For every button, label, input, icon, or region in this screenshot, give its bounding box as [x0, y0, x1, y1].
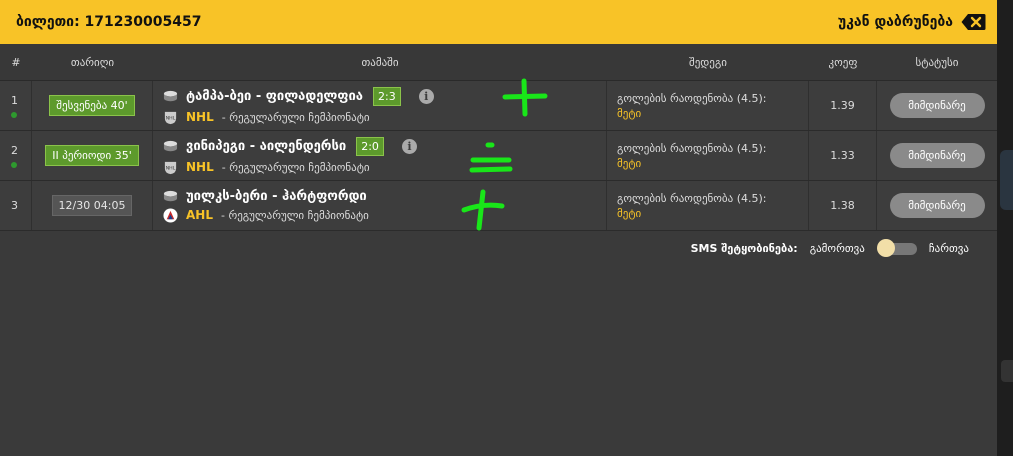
row-number: 3 — [11, 199, 18, 212]
background-fragment — [1000, 150, 1013, 210]
status-button[interactable]: მიმდინარე — [889, 193, 985, 218]
row-number-cell: 1 — [0, 81, 32, 130]
pick-label: მეტი — [617, 106, 642, 120]
result-cell: გოლების რაოდენობა (4.5): მეტი — [607, 131, 809, 180]
sms-notifications: SMS შეტყობინება: გამორთვა ჩართვა — [690, 239, 969, 257]
league-name: AHL — [186, 208, 213, 222]
nhl-logo-icon: NHL — [164, 161, 177, 174]
date-cell: 12/30 04:05 — [32, 181, 153, 230]
live-dot-icon — [11, 111, 17, 118]
backspace-icon — [961, 14, 986, 30]
row-number: 2 — [11, 143, 18, 157]
nhl-logo-icon: NHL — [164, 111, 177, 124]
live-score: 2:0 — [356, 136, 384, 156]
toggle-knob — [876, 239, 895, 257]
background-fragment — [1001, 360, 1013, 382]
live-score: 2:3 — [372, 86, 401, 106]
status-cell: მიმდინარე — [877, 181, 997, 230]
col-result: შედეგი — [689, 55, 727, 69]
sms-off-label[interactable]: გამორთვა — [810, 242, 865, 255]
ticket-number: ბილეთი: 171230005457 — [16, 14, 202, 30]
league-type: - რეგულარული ჩემპიონატი — [220, 208, 369, 222]
time-badge: შესვენება 40' — [49, 95, 135, 116]
game-cell: ვინიპეგი - აილენდერსი 2:0 i NHL NHL - რე… — [153, 131, 607, 180]
teams-link[interactable]: ტამპა-ბეი - ფილადელფია — [186, 89, 363, 104]
table-header: # თარიღი თამაში შედეგი კოეფ სტატუსი — [0, 44, 997, 81]
result-cell: გოლების რაოდენობა (4.5): მეტი — [607, 81, 809, 130]
pick-label: მეტი — [617, 156, 642, 170]
plus-annotation-icon — [461, 189, 505, 231]
teams-link[interactable]: ვინიპეგი - აილენდერსი — [186, 139, 346, 154]
back-button[interactable]: უკან დაბრუნება — [838, 13, 986, 31]
time-badge: II პერიოდი 35' — [45, 145, 139, 166]
time-badge: 12/30 04:05 — [51, 195, 133, 216]
market-label: გოლების რაოდენობა (4.5): — [617, 91, 767, 105]
pick-label: მეტი — [617, 206, 642, 220]
status-button[interactable]: მიმდინარე — [889, 143, 985, 168]
hockey-puck-icon — [163, 140, 178, 151]
col-odds: კოეფ — [828, 55, 858, 69]
col-game: თამაში — [361, 55, 399, 69]
game-cell: უილკს-ბერი - ჰარტფორდი AHL - რეგულარული … — [153, 181, 607, 230]
bet-ticket-panel: ბილეთი: 171230005457 უკან დაბრუნება # თა… — [0, 0, 997, 456]
market-label: გოლების რაოდენობა (4.5): — [617, 141, 767, 155]
odds-cell: 1.39 — [809, 81, 877, 130]
status-button[interactable]: მიმდინარე — [889, 93, 985, 118]
odds-cell: 1.38 — [809, 181, 877, 230]
date-cell: შესვენება 40' — [32, 81, 153, 130]
live-dot-icon — [11, 161, 17, 168]
background-strip — [997, 0, 1013, 456]
svg-text:NHL: NHL — [166, 165, 176, 171]
hockey-puck-icon — [163, 90, 178, 101]
col-date: თარიღი — [70, 55, 115, 69]
status-cell: მიმდინარე — [877, 81, 997, 130]
sms-label: SMS შეტყობინება: — [690, 241, 798, 255]
ticket-header: ბილეთი: 171230005457 უკან დაბრუნება — [0, 0, 997, 44]
col-number: # — [11, 55, 21, 69]
hockey-puck-icon — [163, 190, 178, 201]
result-cell: გოლების რაოდენობა (4.5): მეტი — [607, 181, 809, 230]
row-number-cell: 3 — [0, 181, 32, 230]
tie-annotation-icon — [469, 142, 513, 173]
sms-on-label[interactable]: ჩართვა — [929, 242, 969, 255]
svg-text:NHL: NHL — [166, 115, 176, 121]
plus-annotation-icon — [502, 78, 548, 117]
row-number-cell: 2 — [0, 131, 32, 180]
league-type: - რეგულარული ჩემპიონატი — [221, 160, 370, 174]
league-name: NHL — [186, 110, 214, 124]
odds-cell: 1.33 — [809, 131, 877, 180]
back-label: უკან დაბრუნება — [837, 14, 953, 30]
teams-link[interactable]: უილკს-ბერი - ჰარტფორდი — [186, 189, 367, 204]
col-status: სტატუსი — [915, 55, 959, 69]
market-label: გოლების რაოდენობა (4.5): — [617, 191, 767, 205]
info-icon[interactable]: i — [418, 88, 434, 104]
date-cell: II პერიოდი 35' — [32, 131, 153, 180]
info-icon[interactable]: i — [401, 138, 417, 154]
league-name: NHL — [186, 160, 214, 174]
status-cell: მიმდინარე — [877, 131, 997, 180]
ahl-logo-icon — [163, 207, 178, 223]
league-type: - რეგულარული ჩემპიონატი — [221, 110, 370, 124]
row-number: 1 — [11, 93, 18, 107]
table-row: 1 შესვენება 40' ტამპა-ბეი - ფილადელფია 2… — [0, 81, 997, 131]
sms-toggle[interactable] — [876, 239, 917, 257]
